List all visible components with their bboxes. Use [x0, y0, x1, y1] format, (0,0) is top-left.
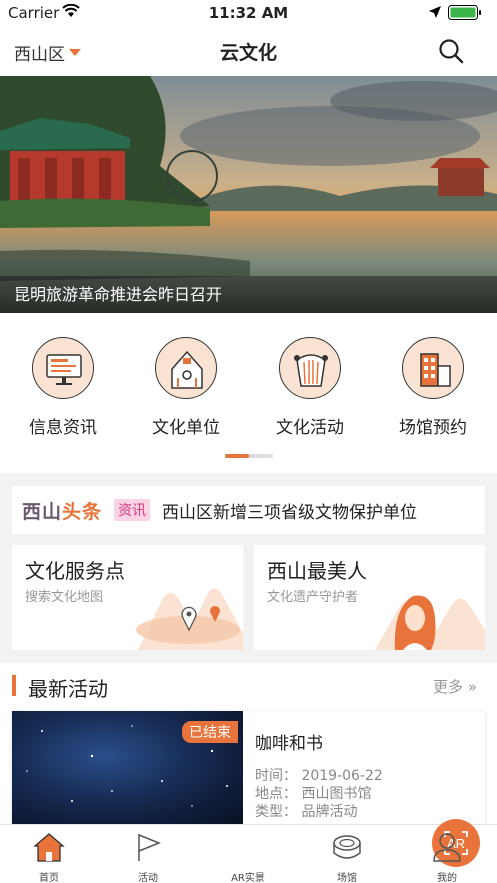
banner-carousel[interactable]: 昆明旅游革命推进会昨日召开 — [0, 76, 497, 313]
activity-type: 类型： 品牌活动 — [255, 804, 358, 820]
card-most-beautiful[interactable]: 西山最美人 文化遗产守护者 — [254, 545, 485, 650]
activity-card[interactable]: 已结束 咖啡和书 时间： 2019-06-22 地点： 西山图书馆 类型： 品牌… — [12, 711, 485, 824]
home-icon — [33, 833, 65, 862]
tab-label: AR实景 — [231, 873, 265, 883]
clock: 11:32 AM — [208, 4, 289, 22]
xishan-headline-logo: 西山头条 — [22, 497, 102, 524]
card-title: 西山最美人 — [267, 559, 367, 583]
quick-item-label: 场馆预约 — [399, 418, 467, 438]
headline-text: 西山区新增三项省级文物保护单位 — [162, 502, 418, 523]
tab-mine[interactable]: 我的 — [407, 831, 487, 883]
headline-ticker[interactable]: 西山头条 资讯 西山区新增三项省级文物保护单位 — [12, 486, 485, 534]
page-indicator-active — [225, 454, 249, 458]
quick-item-label: 文化单位 — [152, 418, 220, 438]
tab-label: 我的 — [437, 873, 457, 883]
quick-item-news[interactable]: 信息资讯 — [13, 337, 113, 438]
section-accent-bar — [12, 675, 16, 696]
quick-item-units[interactable]: 文化单位 — [136, 337, 236, 438]
tab-label: 首页 — [39, 873, 59, 883]
news-tag: 资讯 — [114, 499, 151, 521]
quick-item-label: 信息资讯 — [29, 418, 97, 438]
harp-icon — [279, 337, 341, 399]
section-title: 最新活动 — [28, 677, 108, 701]
banner-caption: 昆明旅游革命推进会昨日召开 — [14, 285, 223, 304]
tab-label: 活动 — [138, 873, 158, 883]
card-subtitle: 文化遗产守护者 — [267, 590, 359, 605]
search-icon[interactable] — [438, 38, 464, 64]
page-indicator — [225, 454, 273, 458]
monitor-icon — [32, 337, 94, 399]
card-title: 文化服务点 — [25, 559, 125, 583]
map-illustration-icon — [136, 588, 243, 650]
tab-ar[interactable]: AR AR实景 — [208, 819, 480, 883]
quick-menu: 信息资讯 文化单位 文化活动 场馆预约 — [0, 313, 497, 473]
tab-bar: 首页 活动 AR AR实景 场馆 我的 — [0, 819, 497, 883]
logo-part2: 头条 — [62, 500, 103, 523]
activity-name: 咖啡和书 — [255, 734, 323, 754]
card-service-points[interactable]: 文化服务点 搜索文化地图 — [12, 545, 243, 650]
battery-icon — [448, 5, 481, 20]
tab-label: 场馆 — [337, 873, 357, 883]
activity-time: 时间： 2019-06-22 — [255, 768, 383, 784]
quick-item-label: 文化活动 — [276, 418, 344, 438]
user-icon — [433, 833, 461, 862]
tab-venues[interactable]: 场馆 — [307, 831, 387, 883]
page-title: 云文化 — [219, 42, 277, 64]
status-badge: 已结束 — [182, 721, 238, 743]
woman-illustration-icon — [375, 595, 485, 650]
flag-icon — [138, 834, 162, 861]
more-link[interactable]: 更多 » — [433, 676, 477, 697]
stadium-icon — [333, 835, 361, 859]
location-arrow-icon — [429, 6, 441, 18]
nav-bar: 西山区 云文化 — [0, 26, 497, 76]
activity-place: 地点： 西山图书馆 — [255, 786, 372, 802]
tab-activities[interactable]: 活动 — [108, 831, 188, 883]
tab-home[interactable]: 首页 — [9, 831, 89, 883]
card-subtitle: 搜索文化地图 — [25, 590, 104, 605]
quick-item-activities[interactable]: 文化活动 — [260, 337, 360, 438]
status-bar: Carrier 11:32 AM — [0, 0, 497, 26]
house-icon — [155, 337, 217, 399]
logo-part1: 西山 — [22, 500, 63, 523]
building-icon — [402, 337, 464, 399]
quick-item-venues[interactable]: 场馆预约 — [383, 337, 483, 438]
